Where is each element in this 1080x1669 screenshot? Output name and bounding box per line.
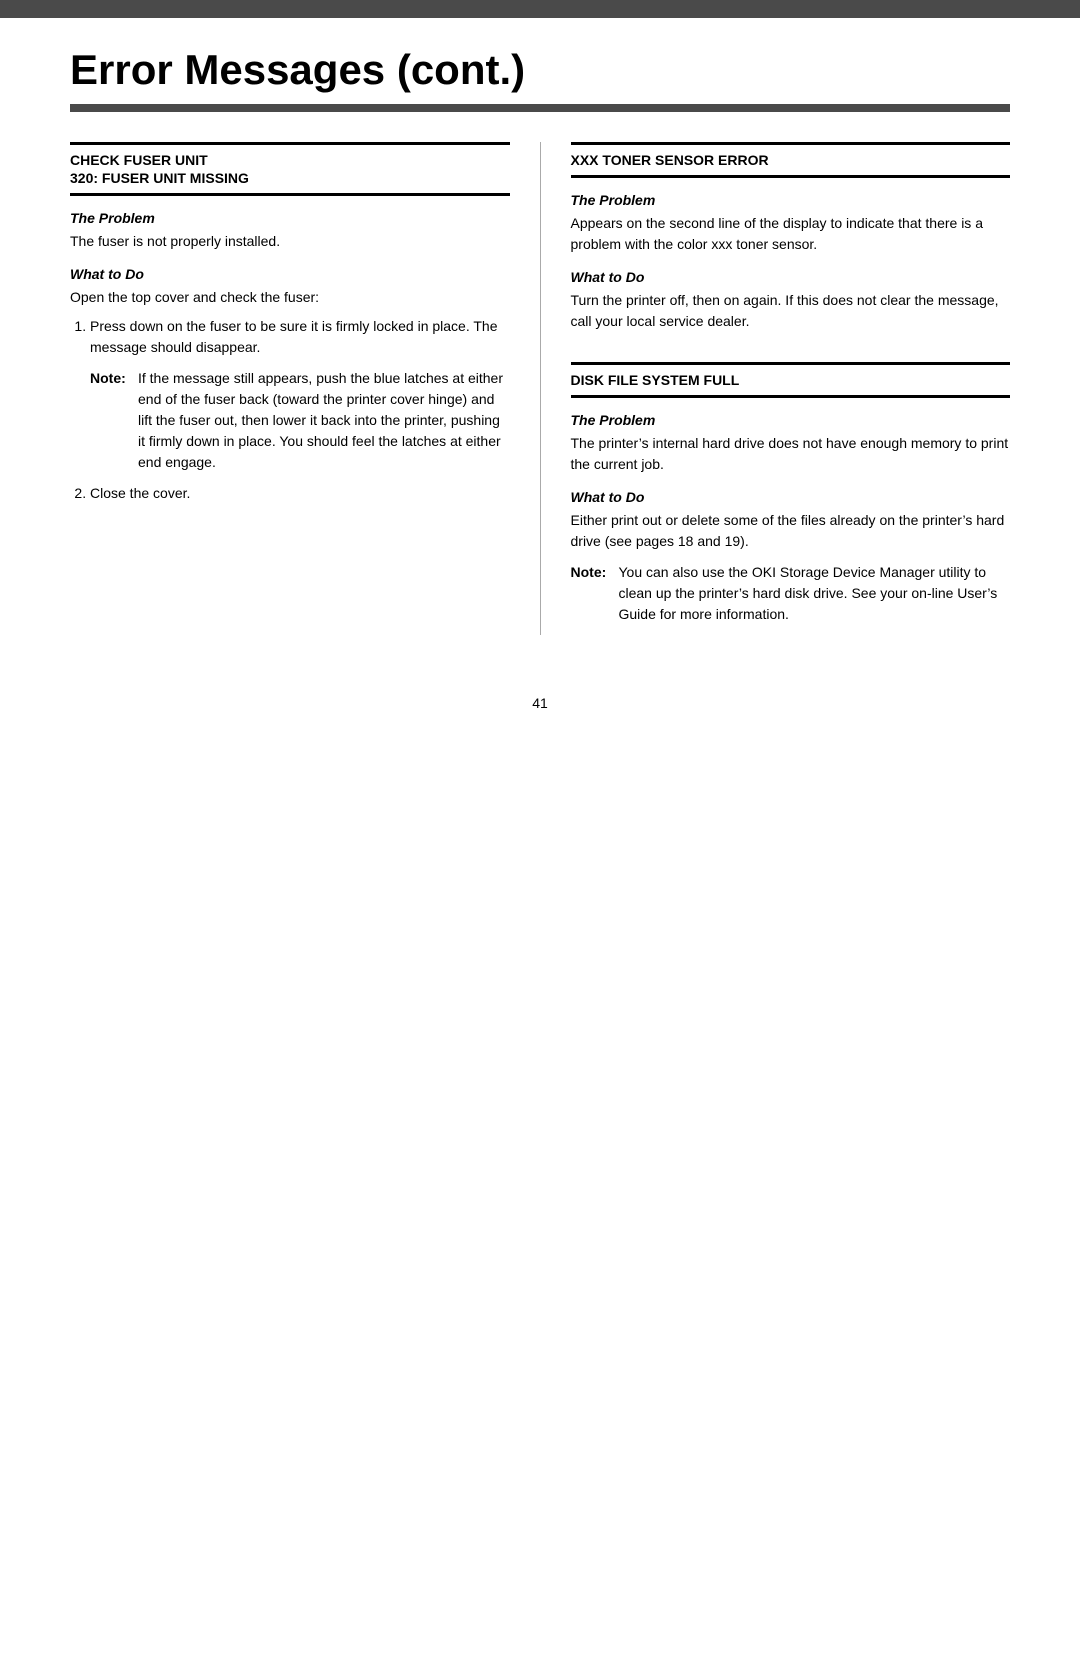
- page: Error Messages (cont.) CHECK FUSER UNIT …: [0, 0, 1080, 1669]
- title-bar: [70, 104, 1010, 112]
- right-what-to-do2-label: What to Do: [571, 489, 1011, 505]
- left-column: CHECK FUSER UNIT 320: FUSER UNIT MISSING…: [70, 142, 541, 635]
- disk-note-label: Note:: [571, 562, 619, 625]
- right-problem2-text: The printer’s internal hard drive does n…: [571, 433, 1011, 475]
- right-what-to-do1-text: Turn the printer off, then on again. If …: [571, 290, 1011, 332]
- xxx-toner-title: XXX TONER SENSOR ERROR: [571, 151, 1011, 169]
- step-1: Press down on the fuser to be sure it is…: [90, 316, 510, 473]
- left-problem-label: The Problem: [70, 210, 510, 226]
- note-block: Note: If the message still appears, push…: [90, 368, 510, 473]
- right-column: XXX TONER SENSOR ERROR The Problem Appea…: [541, 142, 1011, 635]
- note-label: Note:: [90, 368, 138, 473]
- check-fuser-section-header: CHECK FUSER UNIT 320: FUSER UNIT MISSING: [70, 142, 510, 196]
- xxx-toner-section-header: XXX TONER SENSOR ERROR: [571, 142, 1011, 178]
- steps-list: Press down on the fuser to be sure it is…: [70, 316, 510, 504]
- disk-section: DISK FILE SYSTEM FULL The Problem The pr…: [571, 362, 1011, 625]
- check-fuser-title-line2: 320: FUSER UNIT MISSING: [70, 169, 510, 187]
- disk-note-text: You can also use the OKI Storage Device …: [619, 562, 1011, 625]
- disk-note-block: Note: You can also use the OKI Storage D…: [571, 562, 1011, 625]
- right-problem1-label: The Problem: [571, 192, 1011, 208]
- disk-title: DISK FILE SYSTEM FULL: [571, 371, 1011, 389]
- two-columns: CHECK FUSER UNIT 320: FUSER UNIT MISSING…: [0, 142, 1080, 635]
- right-problem1-text: Appears on the second line of the displa…: [571, 213, 1011, 255]
- disk-section-header: DISK FILE SYSTEM FULL: [571, 362, 1011, 398]
- note-text: If the message still appears, push the b…: [138, 368, 510, 473]
- page-title: Error Messages (cont.): [70, 46, 1010, 94]
- left-problem-text: The fuser is not properly installed.: [70, 231, 510, 252]
- page-number: 41: [0, 675, 1080, 741]
- left-what-to-do-intro: Open the top cover and check the fuser:: [70, 287, 510, 308]
- left-what-to-do-label: What to Do: [70, 266, 510, 282]
- step-2: Close the cover.: [90, 483, 510, 504]
- check-fuser-title-line1: CHECK FUSER UNIT: [70, 151, 510, 169]
- header-section: Error Messages (cont.): [0, 18, 1080, 112]
- right-problem2-label: The Problem: [571, 412, 1011, 428]
- top-bar: [0, 0, 1080, 18]
- right-what-to-do1-label: What to Do: [571, 269, 1011, 285]
- right-what-to-do2-text: Either print out or delete some of the f…: [571, 510, 1011, 552]
